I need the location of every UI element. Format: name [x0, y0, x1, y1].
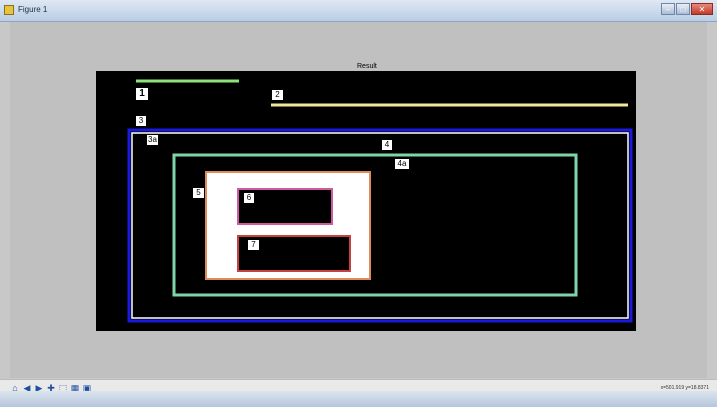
label-5: 5 [193, 188, 204, 198]
window-controls: – □ ✕ [661, 3, 713, 15]
label-2: 2 [272, 90, 283, 100]
minimize-icon[interactable]: – [661, 3, 675, 15]
taskbar-strip [0, 391, 717, 407]
label-6: 6 [244, 193, 254, 203]
maximize-icon[interactable]: □ [676, 3, 690, 15]
label-3a: 3a [147, 135, 158, 145]
label-4: 4 [382, 140, 392, 150]
label-1: 1 [136, 88, 148, 100]
label-7: 7 [248, 240, 259, 250]
annotated-image [127, 79, 633, 323]
figure-title: Result [357, 63, 377, 70]
label-4a: 4a [395, 159, 409, 169]
close-icon[interactable]: ✕ [691, 3, 713, 15]
box-3 [127, 128, 633, 323]
title-bar: Figure 1 – □ ✕ [0, 0, 717, 22]
window-title: Figure 1 [18, 5, 48, 14]
label-3: 3 [136, 116, 146, 126]
image-axes: 1 2 3 3a 4 4a 5 6 7 [96, 71, 636, 331]
figure-app-icon [4, 5, 14, 15]
